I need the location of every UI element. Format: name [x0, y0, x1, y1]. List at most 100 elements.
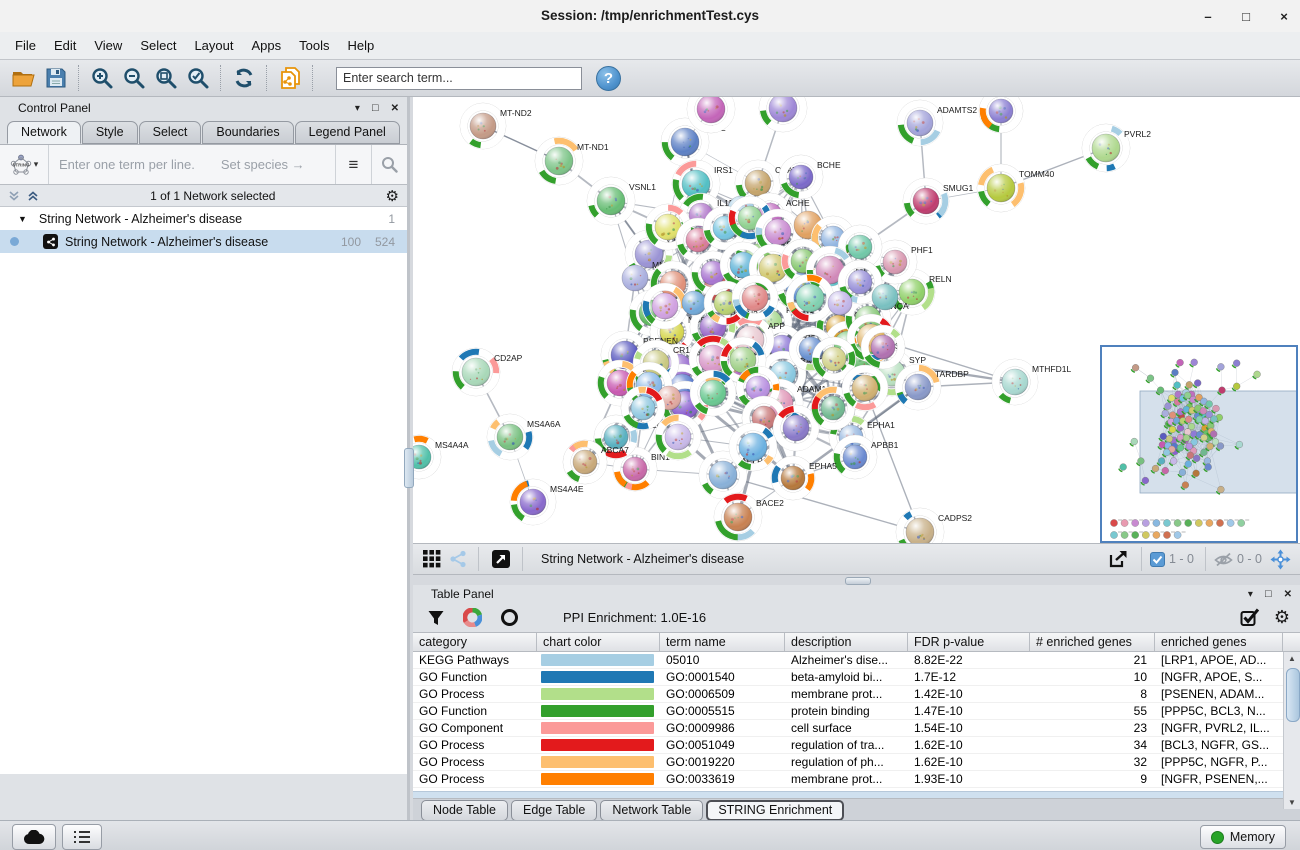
scrollbar-thumb[interactable] [1286, 668, 1300, 722]
menu-select[interactable]: Select [131, 34, 185, 57]
panel-float-icon[interactable]: □ [1265, 588, 1272, 600]
cell: GO:0005515 [660, 703, 785, 719]
cell: GO:0009986 [660, 720, 785, 736]
column-header-description[interactable]: description [785, 633, 908, 651]
scroll-down-icon[interactable]: ▼ [1284, 798, 1300, 807]
tab-node-table[interactable]: Node Table [421, 800, 508, 821]
filter-button[interactable] [427, 609, 445, 627]
help-icon[interactable]: ? [596, 66, 621, 91]
panel-menu-icon[interactable]: ▾ [355, 103, 360, 114]
svg-text:IRS1: IRS1 [714, 165, 733, 175]
task-history-button[interactable] [62, 824, 102, 850]
column-header-chart-color[interactable]: chart color [537, 633, 660, 651]
tree-expand-icon[interactable]: ▼ [18, 214, 27, 224]
hidden-eye-icon[interactable] [1214, 552, 1233, 567]
menu-file[interactable]: File [6, 34, 45, 57]
column-header-category[interactable]: category [413, 633, 537, 651]
menu-help[interactable]: Help [339, 34, 384, 57]
chart-settings-button[interactable] [463, 608, 482, 627]
collapse-all-icon[interactable] [8, 190, 21, 202]
panel-menu-icon[interactable]: ▾ [1248, 589, 1253, 600]
birds-eye-view[interactable] [1100, 345, 1298, 543]
cloud-tasks-button[interactable] [12, 824, 56, 850]
species-hint[interactable]: Set species → [221, 157, 335, 172]
collection-count: 1 [365, 212, 395, 226]
column-header-enriched-genes[interactable]: enriched genes [1155, 633, 1283, 651]
svg-text:TARDBP: TARDBP [935, 369, 969, 379]
minimize-button[interactable]: – [1200, 9, 1216, 24]
query-search-button[interactable] [371, 145, 407, 184]
grid-view-button[interactable] [419, 544, 445, 574]
svg-text:CR1: CR1 [673, 345, 690, 355]
panel-splitter-grip[interactable] [404, 448, 414, 488]
detach-view-button[interactable] [487, 544, 515, 574]
query-placeholder[interactable]: Enter one term per line. [59, 157, 195, 172]
expand-all-icon[interactable] [27, 190, 40, 202]
search-input[interactable] [336, 67, 582, 90]
menu-apps[interactable]: Apps [243, 34, 291, 57]
column-header--enriched-genes[interactable]: # enriched genes [1030, 633, 1155, 651]
tab-style[interactable]: Style [82, 121, 138, 144]
tab-select[interactable]: Select [139, 121, 202, 144]
panel-close-icon[interactable]: ✕ [391, 103, 399, 114]
table-settings-gear-icon[interactable]: ⚙ [1274, 607, 1290, 628]
query-options-button[interactable]: ≡ [335, 145, 371, 184]
zoom-fit-button[interactable] [150, 63, 182, 93]
menu-view[interactable]: View [85, 34, 131, 57]
table-row[interactable]: KEGG Pathways05010Alzheimer's dise...8.8… [413, 652, 1283, 669]
maximize-button[interactable]: □ [1238, 9, 1254, 24]
tab-legend-panel[interactable]: Legend Panel [295, 121, 400, 144]
import-network-button[interactable] [274, 63, 306, 93]
tab-boundaries[interactable]: Boundaries [202, 121, 293, 144]
tab-network[interactable]: Network [7, 121, 81, 144]
network-options-gear-icon[interactable]: ⚙ [386, 187, 399, 205]
string-network-icon [43, 234, 58, 249]
table-row[interactable]: GO FunctionGO:0001540beta-amyloid bi...1… [413, 669, 1283, 686]
svg-text:MTHFD1L: MTHFD1L [1032, 364, 1071, 374]
cytoscape-window: Session: /tmp/enrichmentTest.cys – □ × F… [0, 0, 1300, 850]
ring-chart-button[interactable] [500, 608, 519, 627]
zoom-selected-button[interactable] [182, 63, 214, 93]
table-vertical-scrollbar[interactable]: ▲ ▼ [1283, 652, 1300, 809]
table-horizontal-scrollbar[interactable] [413, 791, 1300, 798]
tab-string-enrichment[interactable]: STRING Enrichment [706, 800, 844, 821]
save-session-button[interactable] [40, 63, 72, 93]
table-row[interactable]: GO ProcessGO:0033619membrane prot...1.93… [413, 771, 1283, 788]
menu-tools[interactable]: Tools [290, 34, 338, 57]
string-view-button[interactable] [445, 544, 471, 574]
zoom-in-button[interactable] [86, 63, 118, 93]
menu-edit[interactable]: Edit [45, 34, 85, 57]
table-panel: Table Panel ▾ □ ✕ PPI Enrichment: 1.0E-1… [413, 585, 1300, 820]
refresh-button[interactable] [228, 63, 260, 93]
memory-button[interactable]: Memory [1200, 825, 1286, 849]
collection-row[interactable]: ▼ String Network - Alzheimer's disease 1 [0, 207, 407, 230]
tab-edge-table[interactable]: Edge Table [511, 800, 597, 821]
table-row[interactable]: GO ComponentGO:0009986cell surface1.54E-… [413, 720, 1283, 737]
table-row[interactable]: GO FunctionGO:0005515protein binding1.47… [413, 703, 1283, 720]
panel-close-icon[interactable]: ✕ [1284, 589, 1292, 600]
birds-eye-graph[interactable] [1102, 347, 1296, 541]
network-row[interactable]: String Network - Alzheimer's disease 100… [0, 230, 407, 253]
open-session-button[interactable] [8, 63, 40, 93]
tab-network-table[interactable]: Network Table [600, 800, 703, 821]
table-row[interactable]: GO ProcessGO:0050435beta-amyloid m...2.0… [413, 788, 1283, 791]
panel-float-icon[interactable]: □ [372, 102, 379, 114]
pan-mode-button[interactable] [1266, 544, 1294, 574]
close-button[interactable]: × [1276, 9, 1292, 24]
share-icon [449, 550, 467, 568]
horizontal-splitter[interactable] [413, 575, 1300, 585]
table-row[interactable]: GO ProcessGO:0051049regulation of tra...… [413, 737, 1283, 754]
column-header-term-name[interactable]: term name [660, 633, 785, 651]
selected-checkbox-icon[interactable] [1150, 552, 1165, 567]
table-row[interactable]: GO ProcessGO:0006509membrane prot...1.42… [413, 686, 1283, 703]
menu-layout[interactable]: Layout [185, 34, 242, 57]
cell: regulation of tra... [785, 737, 908, 753]
string-db-selector[interactable]: STRING ▾ [0, 145, 49, 184]
zoom-out-button[interactable] [118, 63, 150, 93]
scroll-up-icon[interactable]: ▲ [1284, 654, 1300, 663]
export-network-button[interactable] [1104, 544, 1134, 574]
cell: 1.62E-10 [908, 737, 1030, 753]
select-genes-button[interactable] [1240, 608, 1260, 627]
column-header-fdr-p-value[interactable]: FDR p-value [908, 633, 1030, 651]
table-row[interactable]: GO ProcessGO:0019220regulation of ph...1… [413, 754, 1283, 771]
